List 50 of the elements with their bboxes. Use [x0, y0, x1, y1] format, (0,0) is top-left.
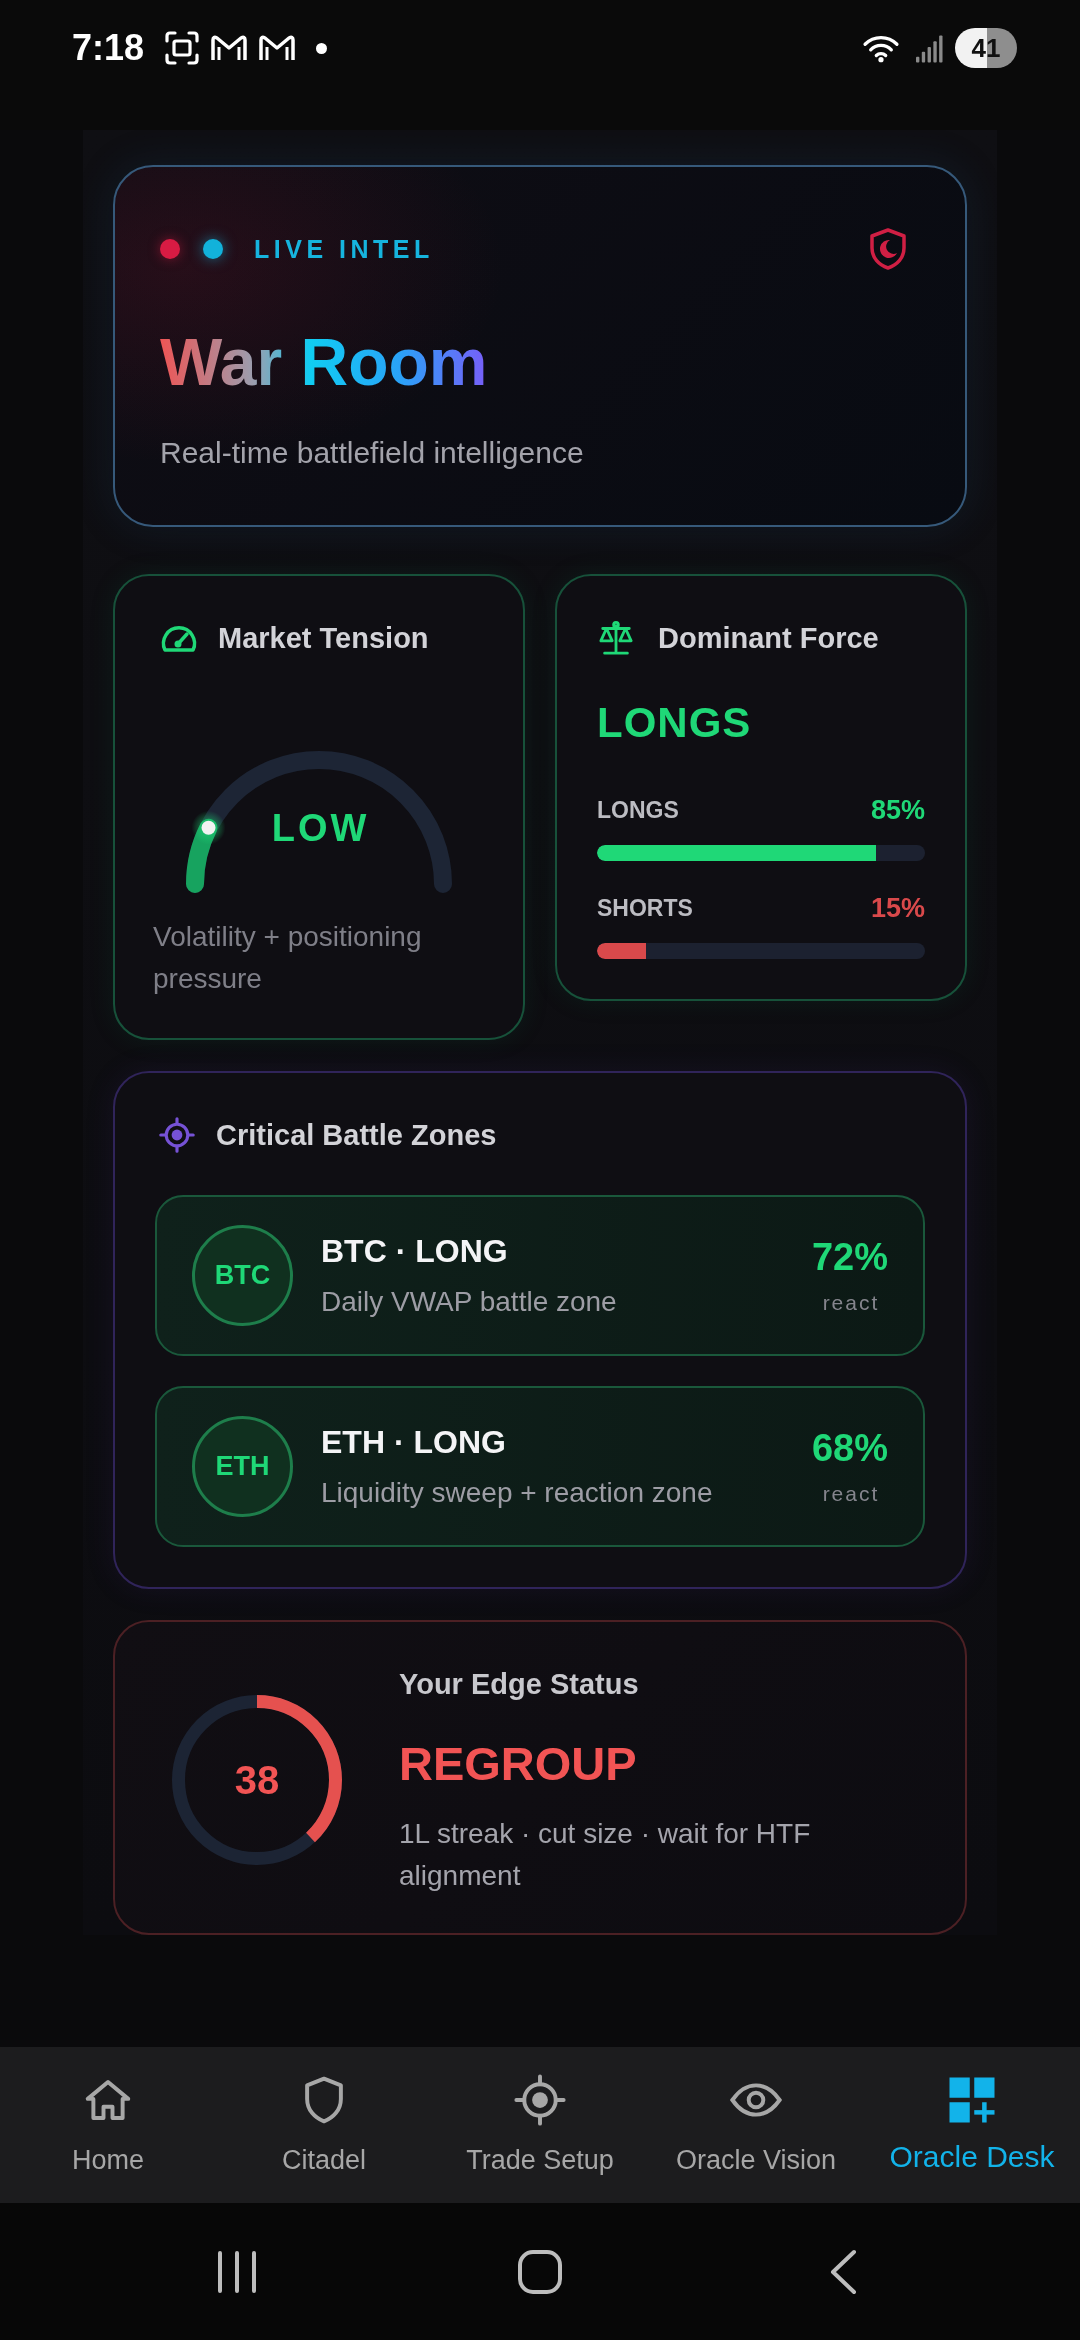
side-percent: 85% [870, 794, 925, 826]
signal-icon [916, 33, 943, 63]
zone-caption: react [821, 1289, 880, 1316]
edge-score: 38 [234, 1757, 280, 1803]
zone-probability: 68% [811, 1425, 888, 1470]
nav-tab[interactable]: Citadel [216, 2047, 432, 2203]
crosshair-icon[interactable] [513, 2073, 567, 2127]
edge-description: 1L streak · cut size · wait for HTF alignment [399, 1817, 812, 1893]
side-label: SHORTS [597, 894, 693, 922]
home-nav-icon[interactable] [517, 2248, 563, 2295]
wifi-icon [862, 33, 900, 63]
zone-description: Daily VWAP battle zone [321, 1285, 618, 1319]
status-time: 7:18 [72, 26, 145, 70]
zone-row[interactable]: BTC BTC · LONG Daily VWAP battle zone 72% react [155, 1195, 925, 1356]
shield-icon [868, 227, 908, 271]
zone-row[interactable]: ETH ETH · LONG Liquidity sweep + reaction zone 68% react [155, 1386, 925, 1547]
nav-tab[interactable]: Home [0, 2047, 216, 2203]
zone-title: ETH · LONG [321, 1423, 507, 1462]
live-label: LIVE INTEL [254, 234, 434, 265]
nav-tab[interactable]: Oracle Vision [648, 2047, 864, 2203]
card-title: Dominant Force [658, 621, 879, 656]
screenshot-icon [164, 30, 201, 66]
tension-reading: LOW [270, 806, 370, 851]
nav-tab[interactable]: Oracle Desk [864, 2047, 1080, 2203]
dot-icon [316, 42, 328, 54]
zone-description: Liquidity sweep + reaction zone [321, 1476, 714, 1510]
zone-caption: react [821, 1480, 880, 1507]
edge-verdict: REGROUP [399, 1736, 638, 1792]
page-subtitle: Real-time battlefield intelligence [160, 435, 585, 471]
dot-icon [203, 239, 223, 259]
zone-title: BTC · LONG [321, 1232, 509, 1271]
target-icon [159, 1117, 195, 1153]
back-icon[interactable] [828, 2248, 858, 2295]
dot-icon [160, 239, 180, 259]
zone-probability: 72% [811, 1234, 888, 1279]
mail-icon [258, 33, 297, 63]
ticker-symbol: BTC [192, 1225, 293, 1326]
nav-tab[interactable]: Trade Setup [432, 2047, 648, 2203]
card-title: Market Tension [218, 621, 429, 656]
tension-description: Volatility + positioning pressure [153, 920, 423, 996]
battery-indicator: 41 [955, 28, 1017, 68]
mail-icon [210, 33, 249, 63]
card-title: Your Edge Status [399, 1667, 640, 1702]
ticker-symbol: ETH [192, 1416, 293, 1517]
dominant-side: LONGS [597, 698, 753, 748]
side-percent: 15% [870, 892, 925, 924]
card-title: Critical Battle Zones [216, 1118, 497, 1153]
side-label: LONGS [597, 796, 679, 824]
recent-apps-icon[interactable] [216, 2249, 258, 2294]
scale-icon [597, 620, 635, 656]
